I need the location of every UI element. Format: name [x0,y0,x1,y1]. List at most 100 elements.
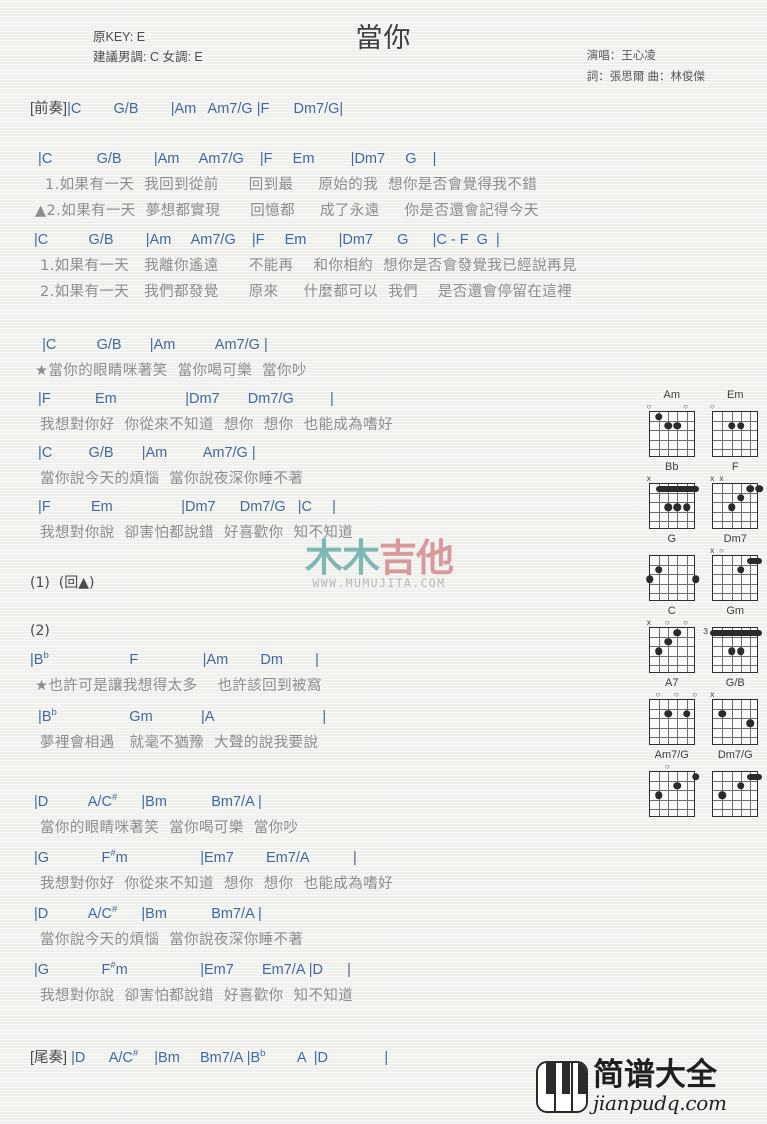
open-string-icon: ○ [664,618,670,627]
barre-marker [655,485,699,492]
section-2-block: (2) [30,618,50,644]
open-string-icon: ○ [664,762,670,771]
chord-fretboard [712,483,763,529]
chord-fretboard [648,771,700,817]
chord-fretboard-wrap [648,411,695,457]
logo-domain: jianpudq.com [593,1091,727,1115]
lyric-line: 2.如果有一天 我們都發覺 原來 什麼都可以 我們 是否還會停留在這裡 [30,284,573,300]
chord-diagram-label: Em [727,389,744,401]
finger-dot [727,647,736,655]
chord-fretboard-wrap [648,771,700,817]
chord-open-mute-markers [712,618,758,627]
singer-credit: 演唱：王心凌 [586,50,656,62]
finger-dot [673,782,682,790]
chord-open-mute-markers [712,762,758,771]
chord-text: F |Am Dm | [48,652,319,668]
chord-line: |G F#m |Em7 Em7/A | [30,846,393,871]
chord-diagram-label: Bb [665,461,679,473]
chord-fretboard [648,627,695,673]
muted-string-icon: x [710,474,715,483]
open-string-icon: ○ [692,690,698,699]
chord-line: |C G/B |Am Am7/G | [30,337,268,353]
chord-fretboard-wrap [712,555,763,601]
chord-diagram-a7: A7 ○ ○ ○ [640,676,704,745]
finger-dot [737,422,745,430]
chord-fretboard-wrap [712,483,763,529]
lyric-line: 夢裡會相遇 就毫不猶豫 大聲的說我要說 [30,735,319,751]
section-2-label: (2) [30,623,50,639]
outro-tag: [尾奏] [30,1050,68,1066]
chord-open-mute-markers: ○ ○ [646,402,695,411]
chord-diagram-am7-g: Am7/G ○ [640,748,704,817]
chord-diagram-dm7-g: Dm7/G [704,748,767,817]
finger-dot [682,710,691,718]
muted-string-icon: x [646,474,651,483]
chord-fretboard-wrap [648,627,695,673]
chord-diagram-panel: Am ○ ○ Em ○ Bb x Fx x G Dm7 x ○ Cx ○ ○ Gm 3 A7 ○ ○ ○ G/B x Am7/G… [640,388,767,820]
intro-section: [前奏]|C G/B |Am Am7/G |F Dm7/G| [30,97,343,122]
intro-line: [前奏]|C G/B |Am Am7/G |F Dm7/G| [30,97,343,122]
intro-tag: [前奏] [30,101,68,117]
chord-diagram-gm: Gm 3 [703,604,767,673]
finger-dot [664,710,672,718]
fret-position-number: 3 [703,626,708,636]
chord-diagram-c: Cx ○ ○ [640,604,704,673]
finger-dot [673,422,682,430]
chord-fretboard [646,555,700,601]
chord-diagram-label: C [667,605,676,617]
chord-diagram-label: F [731,461,739,473]
finger-dot [737,494,745,502]
chord-open-mute-markers: x [710,690,758,699]
finger-dot [655,791,663,799]
chord-fretboard [712,699,759,745]
chord-open-mute-markers: ○ ○ ○ [649,690,698,699]
chord-text: Gm |A | [56,709,327,725]
chord-diagram-label: Dm7/G [717,749,753,761]
chord-diagram-dm7: Dm7 x ○ [704,532,767,601]
chord-text: |Bm Bm7/A | [117,794,262,810]
chord-fretboard-wrap [712,411,759,457]
chord-fretboard [710,627,763,673]
finger-dot [746,484,754,493]
chord-diagram-g-b: G/B x [704,676,767,745]
lyric-line: 1.如果有一天 我離你遙遠 不能再 和你相約 想你是否會發覺我已經說再見 [30,258,577,274]
credits: 演唱：王心凌 詞：張思爾 曲：林俊傑 [587,46,705,88]
open-string-icon: ○ [709,402,715,411]
chord-fretboard [712,411,759,457]
chord-diagram-f: Fxx [704,460,767,529]
lyric-line: 我想對你說 卻害怕都說錯 好喜歡你 知不知道 [30,988,354,1004]
writer-credit: 詞：張思爾 曲：林俊傑 [586,71,705,83]
chord-text: |B [30,652,44,668]
chord-fretboard-wrap: 3 [703,626,763,673]
chord-text: |B [30,709,52,725]
lyric-line: 我想對你說 卻害怕都說錯 好喜歡你 知不知道 [30,525,354,541]
chord-line: |F Em |Dm7 Dm7/G | [30,391,334,407]
chord-diagram-bb: Bb x [640,460,704,529]
finger-dot [664,422,672,430]
chord-fretboard [648,699,695,745]
finger-dot [655,412,663,421]
open-string-icon: ○ [646,402,652,411]
chord-line: |C G/B |Am Am7/G |F Em |Dm7 G | [30,151,437,167]
outro-section: [尾奏] |D A/C# |Bm Bm7/A |Bb A |D | [30,1046,388,1071]
chord-diagram-g: G [640,532,704,601]
lyric-line: 當你說今天的煩惱 當你說夜深你睡不著 [30,471,304,487]
finger-dot [673,503,682,511]
lyric-line: ★當你的眼睛咪著笑 當你喝可樂 當你吵 [30,363,307,379]
chord-diagram-label: A7 [665,677,679,689]
logo-jianpudq: 简谱大全 jianpudq.com [536,1059,727,1114]
finger-dot [737,566,745,574]
barre-marker [747,773,763,780]
finger-dot [682,503,691,511]
chord-open-mute-markers: xx [710,474,758,483]
open-string-icon: ○ [683,402,688,411]
finger-dot [673,628,682,637]
chord-line: |C G/B |Am Am7/G | [30,445,256,461]
open-string-icon: ○ [719,546,724,555]
lyric-line: ▲2.如果有一天 夢想都實現 回憶都 成了永遠 你是否還會記得今天 [30,203,539,219]
finger-dot [646,575,654,583]
finger-dot [692,575,700,583]
chord-open-mute-markers [649,546,695,555]
lyric-line: 1.如果有一天 我回到從前 回到最 原始的我 想你是否會覺得我不錯 [30,177,538,193]
chord-diagram-label: Am [663,389,681,401]
